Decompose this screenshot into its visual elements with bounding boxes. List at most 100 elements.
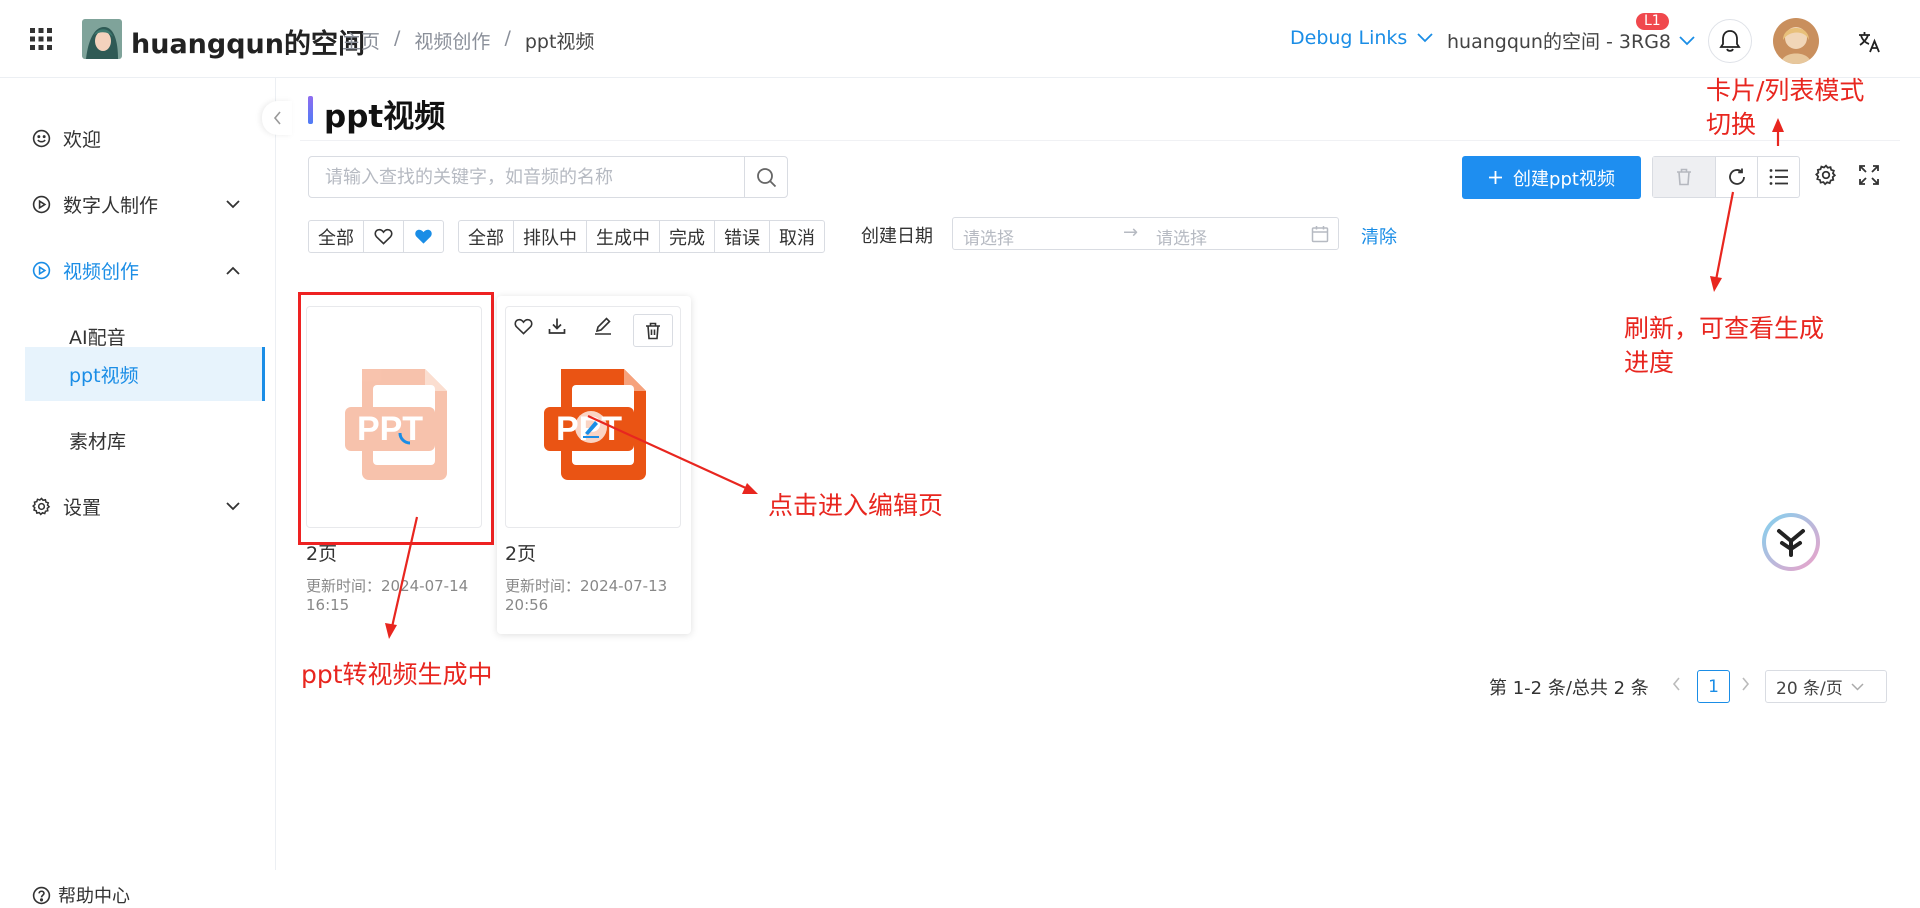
fullscreen-icon[interactable] bbox=[1859, 165, 1879, 185]
breadcrumb-video-creation[interactable]: 视频创作 bbox=[414, 27, 490, 54]
download-icon bbox=[548, 318, 566, 334]
sidebar-item-label: ppt视频 bbox=[69, 364, 139, 387]
chevron-left-icon bbox=[1672, 677, 1680, 691]
debug-links-label: Debug Links bbox=[1290, 27, 1408, 49]
sidebar-collapse-button[interactable] bbox=[262, 101, 292, 135]
plus-icon bbox=[1489, 171, 1503, 184]
status-queued[interactable]: 排队中 bbox=[513, 221, 586, 252]
chevron-down-icon bbox=[1679, 35, 1695, 45]
filter-all[interactable]: 全部 bbox=[309, 221, 363, 252]
space-title: huangqun的空间 bbox=[131, 29, 365, 60]
breadcrumb-current: ppt视频 bbox=[524, 31, 595, 53]
chevron-down-icon bbox=[226, 501, 240, 511]
play-circle-icon bbox=[32, 261, 51, 280]
sidebar-item-asset-library[interactable]: 素材库 bbox=[25, 413, 265, 467]
edit-button[interactable] bbox=[591, 314, 615, 338]
annotation-toggle-line2: 切换 bbox=[1706, 110, 1757, 139]
breadcrumb-separator: / bbox=[504, 27, 511, 49]
annotation-highlight-box bbox=[298, 292, 494, 545]
breadcrumb-home[interactable]: 主页 bbox=[342, 27, 380, 54]
help-center-link[interactable]: 帮助中心 bbox=[32, 882, 130, 908]
user-avatar[interactable] bbox=[1773, 18, 1819, 64]
apps-grid-icon[interactable] bbox=[28, 26, 54, 52]
list-icon bbox=[1769, 169, 1788, 185]
annotation-edit: 点击进入编辑页 bbox=[768, 491, 944, 520]
sidebar-item-video-creation[interactable]: 视频创作 bbox=[0, 243, 265, 297]
batch-delete-button[interactable] bbox=[1653, 157, 1715, 197]
trash-icon bbox=[1677, 168, 1691, 186]
heart-filled-icon bbox=[415, 229, 432, 244]
assistant-floating-button[interactable] bbox=[1760, 511, 1822, 573]
sidebar-item-digital-human[interactable]: 数字人制作 bbox=[0, 177, 265, 231]
clear-filter-button[interactable]: 清除 bbox=[1361, 223, 1397, 249]
status-generating[interactable]: 生成中 bbox=[586, 221, 659, 252]
heart-outline-icon bbox=[374, 228, 393, 245]
status-error[interactable]: 错误 bbox=[714, 221, 769, 252]
gear-icon[interactable] bbox=[1815, 164, 1837, 186]
heart-outline-icon bbox=[513, 318, 533, 335]
breadcrumb-separator: / bbox=[394, 27, 401, 49]
card-update-time-hm: 20:56 bbox=[505, 596, 549, 614]
annotation-generating: ppt转视频生成中 bbox=[301, 660, 493, 689]
status-filter: 全部 排队中 生成中 完成 错误 取消 bbox=[458, 220, 825, 253]
sidebar-item-settings[interactable]: 设置 bbox=[0, 479, 265, 533]
sidebar-item-ppt-video[interactable]: ppt视频 bbox=[25, 347, 265, 401]
date-start-placeholder[interactable]: 请选择 bbox=[963, 224, 1014, 249]
smile-icon bbox=[32, 129, 51, 148]
favorite-button[interactable] bbox=[511, 314, 535, 338]
sidebar-item-label: 设置 bbox=[63, 496, 102, 519]
card-delete-button[interactable] bbox=[633, 314, 673, 347]
refresh-button[interactable] bbox=[1715, 157, 1757, 197]
sidebar-item-label: 视频创作 bbox=[63, 260, 140, 283]
chevron-right-icon bbox=[1742, 677, 1750, 691]
search-input[interactable] bbox=[308, 156, 745, 198]
status-all[interactable]: 全部 bbox=[459, 221, 513, 252]
chevron-up-icon bbox=[226, 266, 240, 275]
assistant-icon bbox=[1762, 513, 1820, 571]
bell-icon bbox=[1719, 30, 1741, 52]
title-accent-bar bbox=[308, 96, 313, 124]
view-mode-toggle-button[interactable] bbox=[1757, 157, 1799, 197]
annotation-refresh-line2: 进度 bbox=[1624, 348, 1675, 377]
filter-favorite-filled[interactable] bbox=[403, 221, 443, 252]
space-switcher[interactable]: huangqun的空间 - 3RG8 bbox=[1447, 27, 1695, 54]
page-title: ppt视频 bbox=[324, 99, 446, 135]
pagination-total: 第 1-2 条/总共 2 条 bbox=[1489, 678, 1649, 699]
filter-favorite-outline[interactable] bbox=[363, 221, 403, 252]
pagination-prev-button[interactable] bbox=[1672, 677, 1681, 691]
card-page-count: 2页 bbox=[505, 543, 537, 565]
notification-button[interactable] bbox=[1708, 19, 1752, 63]
chevron-down-icon bbox=[1417, 33, 1433, 43]
annotation-toggle-line1: 卡片/列表模式 bbox=[1706, 76, 1865, 105]
ppt-card-done[interactable]: PPT 2页 更新时间：2024-07-13 20:56 bbox=[497, 296, 691, 634]
pagination-next-button[interactable] bbox=[1741, 677, 1750, 691]
gear-icon bbox=[32, 496, 51, 516]
page-size-select[interactable]: 20 条/页 bbox=[1765, 670, 1887, 703]
card-update-time: 更新时间：2024-07-14 bbox=[306, 577, 469, 595]
download-button[interactable] bbox=[545, 314, 569, 338]
sidebar-item-welcome[interactable]: 欢迎 bbox=[0, 111, 265, 165]
status-done[interactable]: 完成 bbox=[659, 221, 714, 252]
chevron-left-icon bbox=[273, 111, 281, 125]
card-update-time-hm: 16:15 bbox=[306, 596, 350, 614]
search-icon bbox=[756, 167, 776, 187]
search-button[interactable] bbox=[744, 156, 788, 198]
refresh-icon bbox=[1728, 168, 1745, 185]
status-cancelled[interactable]: 取消 bbox=[769, 221, 824, 252]
date-end-placeholder[interactable]: 请选择 bbox=[1156, 224, 1207, 249]
divider bbox=[300, 140, 1900, 141]
play-circle-icon bbox=[32, 195, 51, 214]
card-update-time: 更新时间：2024-07-13 bbox=[505, 577, 668, 595]
level-badge: L1 bbox=[1636, 13, 1669, 30]
debug-links-dropdown[interactable]: Debug Links bbox=[1290, 27, 1433, 49]
chevron-down-icon bbox=[1851, 682, 1864, 691]
date-range-picker[interactable]: 请选择 → 请选择 bbox=[952, 217, 1339, 250]
sidebar-item-label: 欢迎 bbox=[63, 128, 102, 151]
space-logo-avatar bbox=[82, 19, 122, 59]
annotation-refresh-line1: 刷新，可查看生成 bbox=[1624, 314, 1825, 343]
translate-icon[interactable] bbox=[1857, 30, 1881, 54]
calendar-icon bbox=[1311, 225, 1329, 243]
create-ppt-video-button[interactable]: 创建ppt视频 bbox=[1462, 156, 1641, 199]
chevron-down-icon bbox=[226, 199, 240, 209]
pagination-page-current[interactable]: 1 bbox=[1697, 670, 1730, 703]
